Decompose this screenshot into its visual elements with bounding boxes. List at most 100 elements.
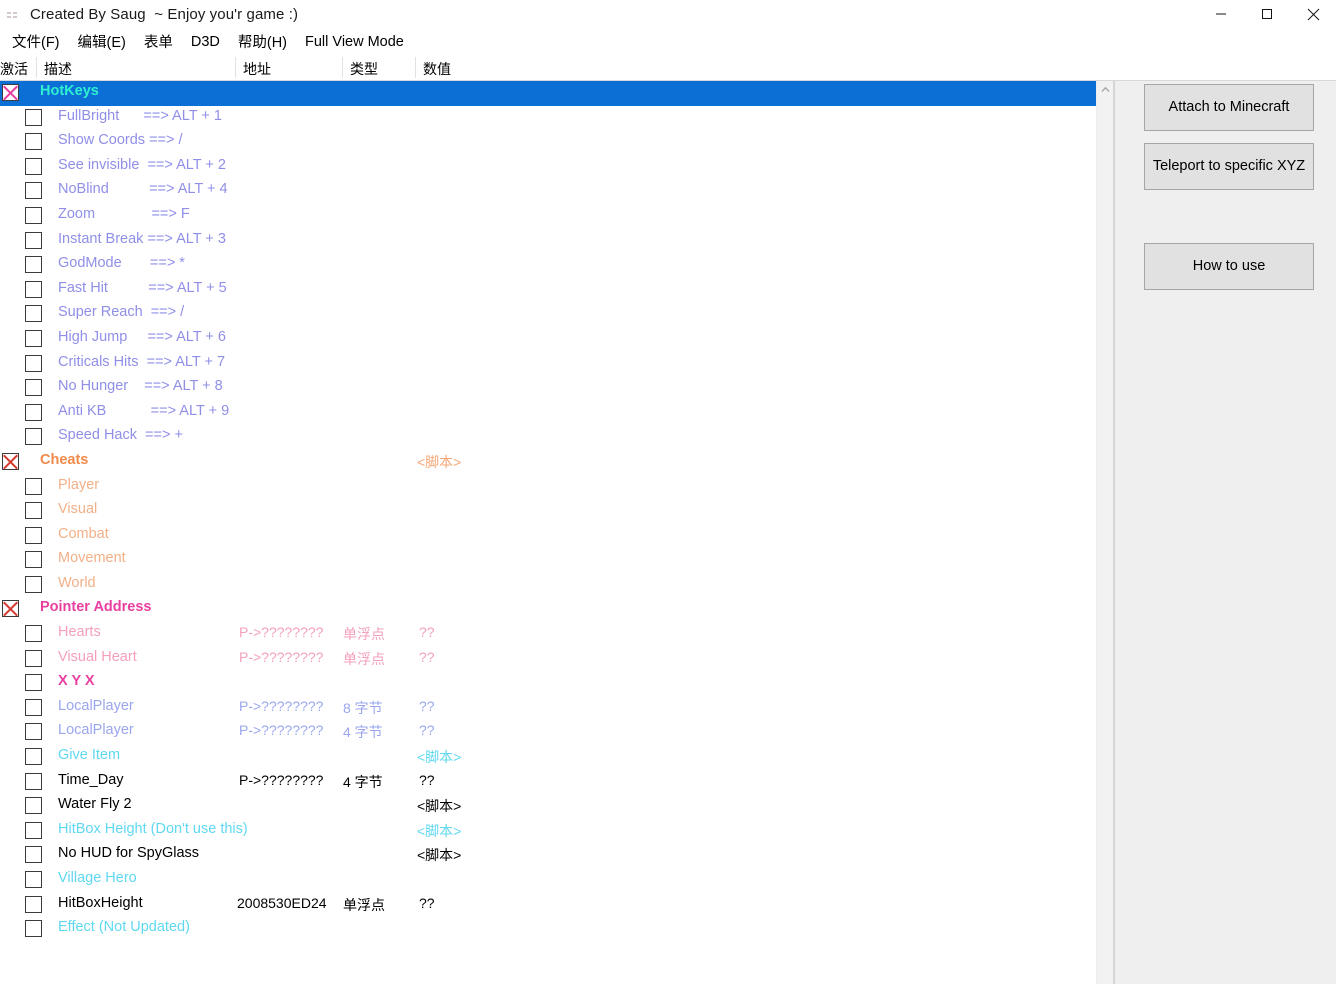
column-header-3[interactable]: 类型 — [350, 59, 378, 79]
row-checkbox[interactable] — [25, 256, 42, 274]
row-checkbox[interactable] — [25, 772, 42, 790]
row-description: GodMode ==> * — [58, 255, 185, 272]
table-row[interactable]: World — [0, 573, 1096, 598]
table-row[interactable]: No HUD for SpyGlass <脚本> — [0, 843, 1096, 868]
row-checkbox[interactable] — [25, 133, 42, 151]
scroll-up-button[interactable] — [1097, 81, 1113, 98]
table-row[interactable]: Pointer Address — [0, 597, 1096, 622]
row-checkbox[interactable] — [25, 748, 42, 766]
table-row[interactable]: HitBox Height (Don't use this) <脚本> — [0, 819, 1096, 844]
table-row[interactable]: Zoom ==> F — [0, 204, 1096, 229]
row-checkbox[interactable] — [25, 280, 42, 298]
table-row[interactable]: Time_Day P->???????? 4 字节?? — [0, 770, 1096, 795]
column-divider[interactable] — [342, 57, 343, 78]
column-divider[interactable] — [235, 57, 236, 78]
row-type: 单浮点 — [343, 626, 385, 643]
how-to-use-button[interactable]: How to use — [1144, 243, 1314, 290]
menu-item-5[interactable]: Full View Mode — [296, 32, 413, 52]
table-row[interactable]: LocalPlayer P->???????? 4 字节?? — [0, 720, 1096, 745]
row-checkbox[interactable] — [2, 600, 19, 618]
column-header-0[interactable]: 激活 — [0, 59, 28, 79]
maximize-button[interactable] — [1244, 0, 1290, 28]
row-checkbox[interactable] — [25, 379, 42, 397]
table-row[interactable]: High Jump ==> ALT + 6 — [0, 327, 1096, 352]
table-row[interactable]: Criticals Hits ==> ALT + 7 — [0, 352, 1096, 377]
row-checkbox[interactable] — [25, 157, 42, 175]
column-header-4[interactable]: 数值 — [423, 59, 451, 79]
table-row[interactable]: No Hunger ==> ALT + 8 — [0, 376, 1096, 401]
table-row[interactable]: Hearts P->???????? 单浮点?? — [0, 622, 1096, 647]
row-checkbox[interactable] — [25, 920, 42, 938]
menu-item-2[interactable]: 表单 — [135, 29, 182, 54]
row-checkbox[interactable] — [25, 895, 42, 913]
row-checkbox[interactable] — [25, 354, 42, 372]
row-checkbox[interactable] — [25, 871, 42, 888]
table-row[interactable]: Player — [0, 475, 1096, 500]
close-button[interactable] — [1290, 0, 1336, 28]
table-row[interactable]: Fast Hit ==> ALT + 5 — [0, 278, 1096, 303]
row-checkbox[interactable] — [25, 305, 42, 323]
table-row[interactable]: HitBoxHeight 2008530ED24 单浮点?? — [0, 893, 1096, 918]
row-checkbox[interactable] — [25, 403, 42, 421]
side-panel: Attach to Minecraft Teleport to specific … — [1115, 81, 1336, 984]
row-checkbox[interactable] — [25, 575, 42, 593]
row-checkbox[interactable] — [25, 329, 42, 347]
table-row[interactable]: Visual Heart P->???????? 单浮点?? — [0, 647, 1096, 672]
table-row[interactable]: Give Item <脚本> — [0, 745, 1096, 770]
column-divider[interactable] — [36, 57, 37, 78]
table-row[interactable]: X Y X — [0, 671, 1096, 696]
row-checkbox[interactable] — [25, 206, 42, 224]
teleport-to-specific-xyz-button[interactable]: Teleport to specific XYZ — [1144, 143, 1314, 190]
table-row[interactable]: Movement — [0, 548, 1096, 573]
table-row[interactable]: Instant Break ==> ALT + 3 — [0, 229, 1096, 254]
column-header-2[interactable]: 地址 — [243, 59, 271, 79]
table-row[interactable]: Show Coords ==> / — [0, 130, 1096, 155]
row-checkbox[interactable] — [25, 231, 42, 249]
vertical-scrollbar[interactable] — [1096, 81, 1113, 984]
column-divider[interactable] — [415, 57, 416, 78]
table-row[interactable]: Super Reach ==> / — [0, 302, 1096, 327]
row-checkbox[interactable] — [25, 551, 42, 569]
table-row[interactable]: Cheats <脚本> — [0, 450, 1096, 475]
row-checkbox[interactable] — [25, 477, 42, 495]
table-row[interactable]: FullBright ==> ALT + 1 — [0, 106, 1096, 131]
table-row[interactable]: Anti KB ==> ALT + 9 — [0, 401, 1096, 426]
row-checkbox[interactable] — [25, 846, 42, 864]
row-checkbox[interactable] — [2, 452, 19, 470]
minimize-button[interactable] — [1198, 0, 1244, 28]
row-checkbox[interactable] — [25, 674, 42, 692]
attach-to-minecraft-button[interactable]: Attach to Minecraft — [1144, 84, 1314, 131]
row-description: HitBox Height (Don't use this) — [58, 820, 248, 837]
row-checkbox[interactable] — [25, 649, 42, 667]
menu-item-4[interactable]: 帮助(H) — [229, 29, 296, 54]
row-checkbox[interactable] — [25, 108, 42, 126]
row-checkbox[interactable] — [25, 502, 42, 520]
table-row[interactable]: Water Fly 2 <脚本> — [0, 794, 1096, 819]
table-row[interactable]: See invisible ==> ALT + 2 — [0, 155, 1096, 180]
table-row[interactable]: LocalPlayer P->???????? 8 字节?? — [0, 696, 1096, 721]
row-checkbox[interactable] — [25, 698, 42, 716]
column-header-1[interactable]: 描述 — [44, 59, 72, 79]
menu-item-0[interactable]: 文件(F) — [3, 29, 69, 54]
table-row[interactable]: Village Hero — [0, 868, 1096, 893]
cheat-table[interactable]: HotKeys FullBright ==> ALT + 1 Show Coords… — [0, 81, 1096, 984]
table-row[interactable]: GodMode ==> * — [0, 253, 1096, 278]
table-row[interactable]: Effect (Not Updated) — [0, 917, 1096, 942]
table-row[interactable]: NoBlind ==> ALT + 4 — [0, 179, 1096, 204]
menu-item-1[interactable]: 编辑(E) — [69, 29, 135, 54]
row-value: ?? — [419, 697, 435, 714]
table-row[interactable]: Visual — [0, 499, 1096, 524]
table-row[interactable]: Speed Hack ==> + — [0, 425, 1096, 450]
row-address: 2008530ED24 — [237, 894, 327, 911]
table-row[interactable]: Combat — [0, 524, 1096, 549]
row-checkbox[interactable] — [25, 526, 42, 544]
row-checkbox[interactable] — [25, 428, 42, 446]
row-checkbox[interactable] — [25, 723, 42, 741]
row-checkbox[interactable] — [25, 182, 42, 200]
row-checkbox[interactable] — [25, 821, 42, 839]
menu-item-3[interactable]: D3D — [182, 32, 229, 52]
row-checkbox[interactable] — [25, 797, 42, 815]
row-checkbox[interactable] — [2, 84, 19, 101]
table-row[interactable]: HotKeys — [0, 81, 1096, 106]
row-checkbox[interactable] — [25, 625, 42, 643]
